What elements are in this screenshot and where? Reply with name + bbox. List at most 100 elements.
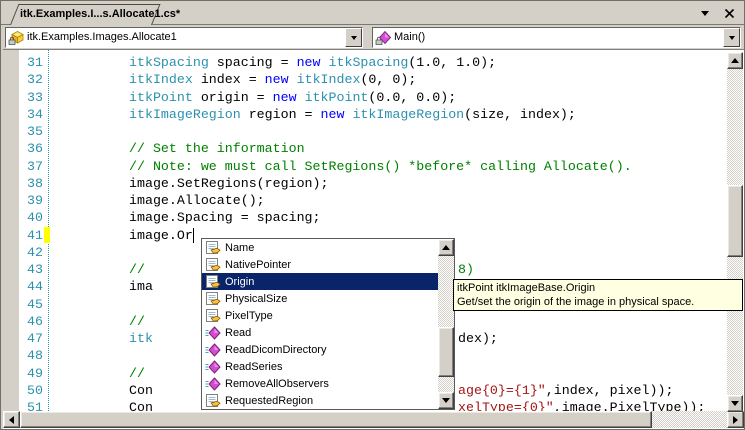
intellisense-item[interactable]: ReadSeries (202, 358, 438, 375)
horizontal-scrollbar[interactable] (3, 411, 744, 428)
code-line[interactable]: itkSpacing spacing = new itkSpacing(1.0,… (49, 54, 727, 71)
code-line[interactable]: itkPoint origin = new itkPoint(0.0, 0.0)… (49, 89, 727, 106)
code-segment: itkPoint (305, 90, 369, 105)
scroll-up-button[interactable] (727, 52, 743, 69)
code-segment: // Note: we must call SetRegions() *befo… (129, 159, 632, 174)
modified-line-indicator (44, 227, 50, 243)
code-line[interactable]: itkImageRegion region = new itkImageRegi… (49, 106, 727, 123)
tooltip-description: Get/set the origin of the image in physi… (457, 295, 739, 309)
code-segment: itkSpacing (329, 55, 409, 70)
property-icon (205, 308, 221, 324)
code-segment: Con (129, 383, 153, 398)
intellisense-item[interactable]: Name (202, 239, 438, 256)
line-number: 41 (27, 227, 43, 244)
intellisense-item[interactable]: RequestedRegion (202, 392, 438, 409)
text-caret (193, 228, 194, 243)
property-icon (205, 240, 221, 256)
types-dropdown[interactable]: itk.Examples.Images.Allocate1 (5, 27, 363, 48)
code-segment: itkPoint (129, 90, 193, 105)
members-dropdown-button[interactable] (723, 28, 740, 47)
code-line[interactable]: image.SetRegions(region); (49, 175, 727, 192)
line-number: 40 (27, 209, 43, 226)
breakpoint-margin[interactable] (3, 50, 19, 411)
line-number: 44 (27, 278, 43, 295)
code-segment-right: 8) (458, 261, 474, 278)
intellisense-item[interactable]: PhysicalSize (202, 290, 438, 307)
scroll-left-button[interactable] (3, 411, 20, 428)
types-dropdown-value: itk.Examples.Images.Allocate1 (27, 28, 342, 47)
close-icon[interactable] (722, 7, 736, 20)
intellisense-item-label: RemoveAllObservers (225, 378, 329, 390)
intellisense-item-label: PixelType (225, 310, 273, 322)
arrow-right-icon (733, 416, 738, 424)
close-glyph (724, 8, 735, 19)
intellisense-item-label: Read (225, 327, 251, 339)
code-segment: dex); (458, 331, 498, 346)
code-segment: 8) (458, 262, 474, 277)
code-segment: xelType={0}" (458, 400, 554, 411)
line-number: 50 (27, 382, 43, 399)
document-list-dropdown-icon[interactable] (698, 7, 712, 20)
line-number: 36 (27, 140, 43, 157)
code-segment: (1.0, 1.0); (408, 55, 496, 70)
intellisense-item[interactable]: ReadDicomDirectory (202, 341, 438, 358)
members-dropdown[interactable]: Main() (372, 27, 741, 48)
arrow-up-icon (731, 58, 739, 63)
arrow-up-icon (442, 245, 450, 250)
code-segment: origin = (193, 90, 273, 105)
horizontal-scrollbar-thumb[interactable] (20, 411, 652, 428)
code-line[interactable]: // Note: we must call SetRegions() *befo… (49, 158, 727, 175)
intellisense-popup: Name NativePointer Origin PhysicalSize P… (201, 238, 455, 410)
vertical-scrollbar[interactable] (727, 52, 743, 412)
intellisense-item-label: Name (225, 242, 254, 254)
document-tab[interactable]: itk.Examples.I...s.Allocate1.cs* (10, 4, 150, 24)
code-segment: Con (129, 400, 153, 411)
quick-info-tooltip: itkPoint itkImageBase.Origin Get/set the… (453, 279, 743, 311)
tooltip-signature: itkPoint itkImageBase.Origin (457, 281, 739, 295)
code-segment: ,index, pixel)); (546, 383, 674, 398)
intellisense-item[interactable]: Origin (202, 273, 438, 290)
code-segment: // (129, 314, 145, 329)
code-line[interactable] (49, 123, 727, 140)
chevron-down-icon (729, 36, 735, 40)
code-segment: itkImageRegion (129, 107, 241, 122)
vertical-scrollbar-thumb[interactable] (727, 185, 743, 257)
code-line[interactable]: itkIndex index = new itkIndex(0, 0); (49, 71, 727, 88)
code-editor-surface[interactable]: 3132333435363738394041424344454647484950… (3, 49, 744, 429)
line-number: 32 (27, 71, 43, 88)
code-segment: ima (129, 279, 153, 294)
code-segment: spacing = (209, 55, 297, 70)
code-segment: itkSpacing (129, 55, 209, 70)
code-segment: ,image.PixelType)); (554, 400, 706, 411)
scroll-down-button[interactable] (727, 395, 743, 412)
intellisense-item[interactable]: Read (202, 324, 438, 341)
line-number-gutter: 3132333435363738394041424344454647484950… (19, 54, 45, 411)
arrow-left-icon (9, 416, 14, 424)
property-icon (205, 291, 221, 307)
code-line[interactable]: image.Allocate(); (49, 192, 727, 209)
scroll-up-button[interactable] (438, 239, 454, 256)
line-number: 35 (27, 123, 43, 140)
code-segment: new (297, 55, 321, 70)
intellisense-scrollbar[interactable] (438, 239, 454, 409)
intellisense-scrollbar-thumb[interactable] (438, 327, 454, 377)
code-segment: // (129, 366, 145, 381)
types-dropdown-button[interactable] (345, 28, 362, 47)
intellisense-item[interactable]: PixelType (202, 307, 438, 324)
chevron-down-icon (351, 36, 357, 40)
code-line[interactable]: image.Spacing = spacing; (49, 209, 727, 226)
scroll-down-button[interactable] (438, 392, 454, 409)
intellisense-item[interactable]: NativePointer (202, 256, 438, 273)
intellisense-item[interactable]: RemoveAllObservers (202, 375, 438, 392)
code-segment: new (265, 72, 289, 87)
line-number: 51 (27, 399, 43, 411)
code-segment: (0, 0); (360, 72, 416, 87)
code-segment: image.Allocate(); (129, 193, 265, 208)
code-editor-window: itk.Examples.I...s.Allocate1.cs* itk.Exa… (0, 0, 745, 430)
code-segment: (0.0, 0.0); (368, 90, 456, 105)
line-number: 33 (27, 89, 43, 106)
line-number: 31 (27, 54, 43, 71)
code-segment: region = (241, 107, 321, 122)
code-line[interactable]: // Set the information (49, 140, 727, 157)
scroll-right-button[interactable] (727, 411, 744, 428)
